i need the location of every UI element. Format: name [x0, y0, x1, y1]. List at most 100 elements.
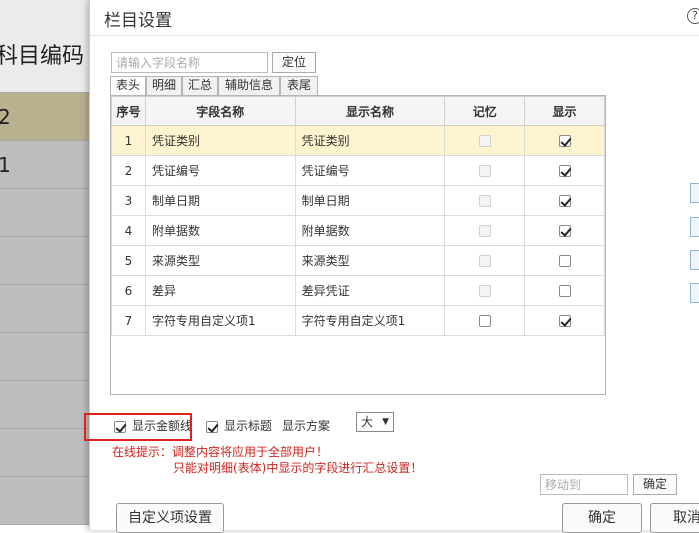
move-ok-button[interactable]: 确定 [633, 474, 677, 495]
background-row: 1 [0, 141, 92, 189]
col-memory: 记忆 [444, 96, 526, 126]
display-name-cell: 凭证类别 [294, 125, 446, 156]
display-name-cell: 制单日期 [294, 185, 446, 216]
row-number: 3 [111, 185, 146, 216]
field-grid: 序号 字段名称 显示名称 记忆 显示 1 凭证类别 凭证类别 2 凭证编号 凭证编号 3 制单… [110, 95, 606, 395]
memory-cell [444, 125, 526, 156]
show-cell [524, 275, 605, 306]
col-field-name: 字段名称 [144, 96, 296, 126]
row-number: 7 [111, 305, 146, 336]
field-name-cell: 差异 [144, 275, 296, 306]
highlight-annotation [84, 413, 192, 441]
show-cell [524, 215, 605, 246]
table-row[interactable]: 3 制单日期 制单日期 [111, 185, 605, 216]
cancel-button[interactable]: 取消 [650, 503, 699, 533]
table-row[interactable]: 4 附单据数 附单据数 [111, 215, 605, 246]
field-name-cell: 附单据数 [144, 215, 296, 246]
background-row [0, 333, 92, 381]
memory-cell [444, 245, 526, 276]
table-row[interactable]: 5 来源类型 来源类型 [111, 245, 605, 276]
dialog-title: 栏目设置 [104, 11, 172, 31]
show-checkbox[interactable] [558, 315, 571, 327]
memory-checkbox [478, 255, 491, 267]
dialog-title-bar: 栏目设置 ? [90, 0, 699, 36]
field-name-cell: 来源类型 [144, 245, 296, 276]
background-row: 2 [0, 93, 92, 141]
row-number: 1 [111, 125, 146, 156]
background-column-header: 科目编码 [0, 0, 92, 93]
show-checkbox[interactable] [558, 195, 571, 207]
tab-summary[interactable]: 汇总 [182, 76, 218, 95]
show-checkbox[interactable] [558, 165, 571, 177]
table-row[interactable]: 2 凭证编号 凭证编号 [111, 155, 605, 186]
memory-checkbox [478, 285, 491, 297]
tip-line-2: 只能对明细(表体)中显示的字段进行汇总设置！ [173, 461, 423, 475]
background-grid: 科目编码 21 [0, 0, 92, 525]
background-row [0, 237, 92, 285]
memory-cell [444, 155, 526, 186]
col-display-name: 显示名称 [294, 96, 446, 126]
background-row [0, 285, 92, 333]
show-title-option[interactable]: 显示标题 [206, 417, 272, 434]
column-settings-dialog: 栏目设置 ? 定位 表头 明细 汇总 辅助信息 表尾 序号 字段名称 显示名称 … [89, 0, 699, 533]
confirm-button[interactable]: 确定 [562, 503, 642, 533]
move-bottom-button[interactable] [690, 283, 699, 303]
custom-items-button[interactable]: 自定义项设置 [116, 503, 224, 533]
row-number: 4 [111, 215, 146, 246]
field-search-input[interactable] [111, 52, 268, 73]
move-to-input[interactable] [540, 474, 628, 495]
help-icon[interactable]: ? [687, 8, 699, 24]
show-cell [524, 155, 605, 186]
tab-aux-info[interactable]: 辅助信息 [218, 76, 280, 95]
memory-cell [444, 185, 526, 216]
show-checkbox[interactable] [558, 135, 571, 147]
show-cell [524, 305, 605, 336]
memory-cell [444, 215, 526, 246]
row-number: 5 [111, 245, 146, 276]
show-checkbox[interactable] [558, 255, 571, 267]
grid-header-row: 序号 字段名称 显示名称 记忆 显示 [111, 96, 605, 126]
col-no: 序号 [111, 96, 146, 126]
show-title-checkbox[interactable] [206, 420, 218, 433]
display-plan-select[interactable]: 大 ▼ [356, 412, 394, 432]
background-row [0, 381, 92, 429]
table-row[interactable]: 7 字符专用自定义项1 字符专用自定义项1 [111, 305, 605, 336]
col-show: 显示 [524, 96, 605, 126]
memory-checkbox [478, 195, 491, 207]
background-row [0, 429, 92, 477]
row-number: 6 [111, 275, 146, 306]
memory-cell [444, 275, 526, 306]
display-name-cell: 字符专用自定义项1 [294, 305, 446, 336]
display-name-cell: 差异凭证 [294, 275, 446, 306]
field-name-cell: 凭证编号 [144, 155, 296, 186]
table-row[interactable]: 1 凭证类别 凭证类别 [111, 125, 605, 156]
row-number: 2 [111, 155, 146, 186]
display-name-cell: 来源类型 [294, 245, 446, 276]
display-plan-label: 显示方案 [282, 419, 331, 433]
tip-line-1: 在线提示：调整内容将应用于全部用户！ [112, 445, 329, 459]
locate-button[interactable]: 定位 [272, 52, 316, 73]
background-row [0, 189, 92, 237]
tab-header[interactable]: 表头 [110, 76, 146, 96]
show-cell [524, 185, 605, 216]
show-cell [524, 245, 605, 276]
field-name-cell: 字符专用自定义项1 [144, 305, 296, 336]
display-name-cell: 附单据数 [294, 215, 446, 246]
table-row[interactable]: 6 差异 差异凭证 [111, 275, 605, 306]
memory-checkbox [478, 225, 491, 237]
memory-cell [444, 305, 526, 336]
tab-footer[interactable]: 表尾 [280, 76, 318, 95]
field-name-cell: 制单日期 [144, 185, 296, 216]
display-name-cell: 凭证编号 [294, 155, 446, 186]
move-up-button[interactable] [690, 217, 699, 237]
tab-detail[interactable]: 明细 [146, 76, 182, 95]
memory-checkbox[interactable] [478, 315, 491, 327]
memory-checkbox [478, 165, 491, 177]
move-down-button[interactable] [690, 250, 699, 270]
field-name-cell: 凭证类别 [144, 125, 296, 156]
move-top-button[interactable] [690, 183, 699, 203]
show-cell [524, 125, 605, 156]
background-row [0, 477, 92, 525]
show-checkbox[interactable] [558, 225, 571, 237]
show-checkbox[interactable] [558, 285, 571, 297]
